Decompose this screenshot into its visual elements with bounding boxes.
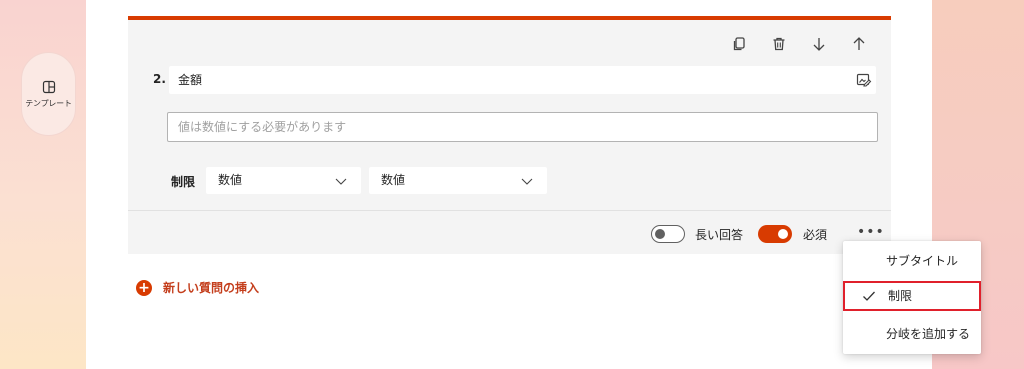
add-icon: +	[136, 279, 152, 296]
menu-item-subtitle[interactable]: サブタイトル	[843, 246, 981, 276]
more-options-button[interactable]: •••	[857, 224, 885, 240]
more-options-menu: サブタイトル 制限 分岐を追加する	[843, 241, 981, 354]
chevron-down-icon	[335, 178, 347, 185]
edit-image-icon[interactable]	[856, 72, 872, 88]
question-title-text: 金額	[178, 73, 203, 87]
delete-button[interactable]	[769, 34, 789, 54]
card-divider	[128, 210, 891, 211]
menu-item-add-branch[interactable]: 分岐を追加する	[843, 319, 981, 349]
menu-item-restriction[interactable]: 制限	[843, 281, 981, 311]
insert-question-label: 新しい質問の挿入	[163, 281, 260, 295]
copy-icon	[733, 37, 745, 51]
toggle-knob	[778, 229, 788, 239]
check-icon	[863, 291, 875, 301]
required-toggle[interactable]	[758, 225, 792, 243]
move-down-button[interactable]	[809, 34, 829, 54]
limit-select-max-value: 数値	[381, 173, 406, 187]
menu-item-label: サブタイトル	[886, 254, 959, 268]
required-label: 必須	[803, 228, 828, 242]
answer-placeholder: 値は数値にする必要があります	[178, 120, 347, 134]
move-up-button[interactable]	[849, 34, 869, 54]
delete-icon	[773, 37, 785, 51]
question-number: 2.	[153, 72, 166, 86]
limit-select-max[interactable]: 数値	[369, 167, 547, 194]
answer-input[interactable]: 値は数値にする必要があります	[167, 112, 878, 142]
insert-question-button[interactable]: + 新しい質問の挿入	[136, 279, 259, 296]
question-card: 2. 金額 値は数値にする必要があります 制限 数値 数値 長い回答 必須 ••…	[128, 16, 891, 254]
toggle-knob	[655, 229, 665, 239]
chevron-down-icon	[521, 178, 533, 185]
menu-item-label: 制限	[888, 289, 913, 303]
long-answer-toggle[interactable]	[651, 225, 685, 243]
move-down-icon	[813, 38, 825, 51]
copy-button[interactable]	[729, 34, 749, 54]
template-button[interactable]: テンプレート	[21, 52, 76, 136]
template-label: テンプレート	[25, 98, 72, 108]
menu-item-label: 分岐を追加する	[886, 327, 971, 341]
long-answer-label: 長い回答	[695, 228, 744, 242]
limit-select-min[interactable]: 数値	[206, 167, 361, 194]
question-toolbar	[729, 34, 869, 54]
template-icon	[42, 80, 55, 93]
limit-label: 制限	[171, 175, 196, 189]
question-title-field[interactable]: 金額	[169, 66, 876, 94]
limit-select-min-value: 数値	[218, 173, 243, 187]
move-up-icon	[853, 37, 865, 50]
